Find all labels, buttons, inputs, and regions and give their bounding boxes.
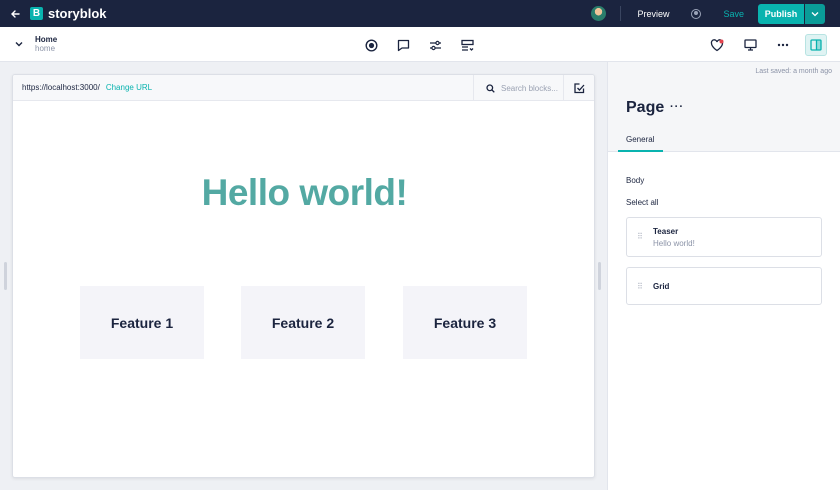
feature-card[interactable]: Feature 1 <box>80 286 204 359</box>
publish-button[interactable]: Publish <box>758 3 804 24</box>
checklist-icon[interactable] <box>563 75 594 101</box>
block-subtitle: Hello world! <box>653 239 695 248</box>
chevron-down-icon[interactable] <box>15 39 23 49</box>
toggle-sidebar-icon[interactable] <box>805 34 827 56</box>
brand-name: storyblok <box>48 6 107 21</box>
editor-toolbar: Home home <box>0 27 840 62</box>
select-all-button[interactable]: Select all <box>626 198 658 207</box>
drag-handle-icon[interactable]: ⠿ <box>637 282 643 291</box>
desktop-preview-icon[interactable] <box>739 34 761 56</box>
layout-icon[interactable] <box>458 36 476 54</box>
settings-sliders-icon[interactable] <box>426 36 444 54</box>
feature-card[interactable]: Feature 3 <box>403 286 527 359</box>
favorite-heart-icon[interactable] <box>706 34 728 56</box>
block-item-teaser[interactable]: ⠿ Teaser Hello world! <box>626 217 822 257</box>
visual-preview: https://localhost:3000/ Change URL Searc… <box>12 74 595 478</box>
last-saved-text: Last saved: a month ago <box>755 68 832 75</box>
target-icon[interactable] <box>362 36 380 54</box>
block-name: Teaser <box>653 227 679 236</box>
page-menu-button[interactable]: ··· <box>670 101 684 113</box>
change-url-link[interactable]: Change URL <box>106 83 152 92</box>
story-title[interactable]: Home <box>35 35 57 44</box>
preview-button[interactable]: Preview <box>637 9 669 19</box>
back-arrow-icon[interactable] <box>0 0 30 27</box>
story-slug: home <box>35 44 56 53</box>
logo-mark-icon: B <box>30 7 43 20</box>
top-bar: B storyblok Preview Save Publish <box>0 0 840 27</box>
hero-heading[interactable]: Hello world! <box>13 172 594 214</box>
preview-url: https://localhost:3000/ <box>22 83 100 92</box>
content-panel: Last saved: a month ago Page ··· General… <box>607 62 840 490</box>
publish-options-chevron-icon[interactable] <box>805 3 825 24</box>
comment-icon[interactable] <box>394 36 412 54</box>
url-bar: https://localhost:3000/ Change URL Searc… <box>13 75 594 101</box>
content-type-title: Page <box>626 99 665 116</box>
divider <box>620 6 622 21</box>
more-options-icon[interactable] <box>772 34 794 56</box>
body-field-label: Body <box>626 176 645 185</box>
search-blocks-input[interactable]: Search blocks... <box>473 75 563 101</box>
feature-card[interactable]: Feature 2 <box>241 286 365 359</box>
block-item-grid[interactable]: ⠿ Grid <box>626 267 822 305</box>
storyblok-logo[interactable]: B storyblok <box>30 6 107 21</box>
active-tab-indicator <box>618 150 663 152</box>
left-resize-handle[interactable] <box>4 262 7 290</box>
block-name: Grid <box>653 282 670 291</box>
record-icon[interactable] <box>691 8 702 19</box>
drag-handle-icon[interactable]: ⠿ <box>637 232 643 241</box>
tab-general[interactable]: General <box>626 135 654 144</box>
search-icon <box>486 83 495 93</box>
right-resize-handle[interactable] <box>598 262 601 290</box>
avatar[interactable] <box>591 6 607 21</box>
save-button[interactable]: Save <box>723 9 744 19</box>
search-placeholder: Search blocks... <box>501 83 558 93</box>
